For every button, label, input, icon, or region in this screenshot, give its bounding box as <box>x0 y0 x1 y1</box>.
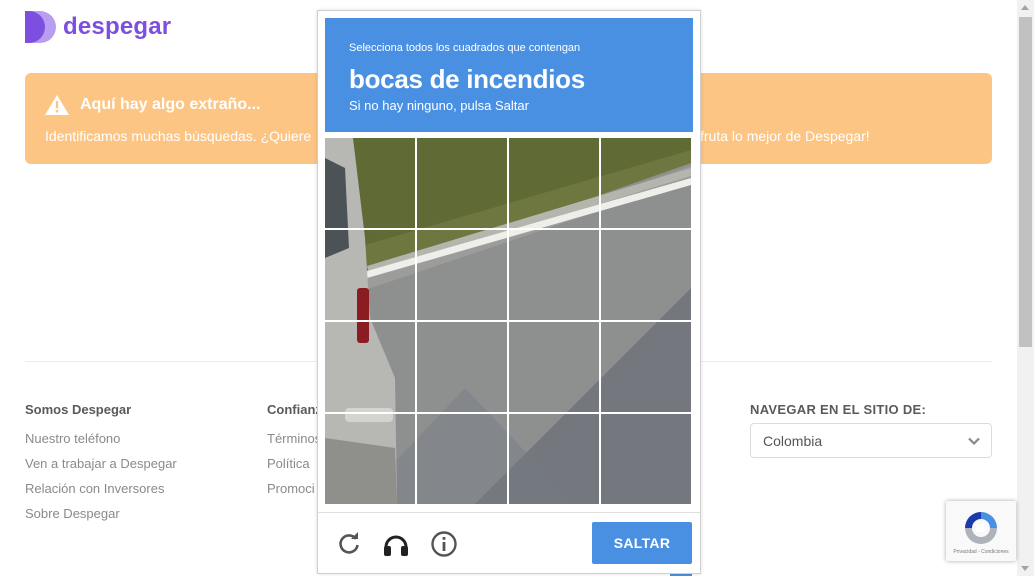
footer-link-telefono[interactable]: Nuestro teléfono <box>25 426 177 451</box>
country-select-value: Colombia <box>763 433 823 449</box>
challenge-tile[interactable] <box>417 138 507 228</box>
info-icon <box>431 531 457 557</box>
challenge-tile[interactable] <box>601 414 691 504</box>
challenge-tile[interactable] <box>325 322 415 412</box>
challenge-tile[interactable] <box>417 414 507 504</box>
challenge-instruction: Selecciona todos los cuadrados que conte… <box>349 42 581 54</box>
chevron-down-icon <box>968 437 980 446</box>
challenge-tile[interactable] <box>509 230 599 320</box>
audio-headphones-icon <box>384 535 408 556</box>
challenge-tile[interactable] <box>417 230 507 320</box>
challenge-tile[interactable] <box>325 138 415 228</box>
despegar-logo-icon <box>25 11 56 43</box>
challenge-target-object: bocas de incendios <box>349 64 585 94</box>
brand-name: despegar <box>63 13 172 40</box>
alert-message-end: fruta lo mejor de Despegar! <box>700 128 870 144</box>
challenge-image-grid <box>325 138 691 504</box>
footer-link-inversores[interactable]: Relación con Inversores <box>25 476 177 501</box>
scroll-up-arrow-icon[interactable] <box>1021 5 1029 10</box>
scrollbar-thumb[interactable] <box>1019 17 1032 347</box>
footer-column-title: Confianz <box>267 402 322 417</box>
recaptcha-privacy-terms[interactable]: Privacidad - Condiciones <box>946 549 1016 555</box>
footer-link-trabajar[interactable]: Ven a trabajar a Despegar <box>25 451 177 476</box>
challenge-tile[interactable] <box>325 414 415 504</box>
recaptcha-logo-icon <box>965 512 997 544</box>
challenge-tile[interactable] <box>509 138 599 228</box>
warning-icon <box>45 95 69 115</box>
challenge-hint: Si no hay ninguno, pulsa Saltar <box>349 98 529 113</box>
alert-title: Aquí hay algo extraño... <box>80 96 261 113</box>
challenge-tile[interactable] <box>417 322 507 412</box>
challenge-tile[interactable] <box>601 230 691 320</box>
challenge-tile[interactable] <box>509 322 599 412</box>
footer-link-terminos[interactable]: Términos <box>267 426 322 451</box>
challenge-header: Selecciona todos los cuadrados que conte… <box>325 18 693 132</box>
footer-column-confianza: Confianz Términos Política Promoci <box>267 402 322 501</box>
alert-message: Identificamos muchas búsquedas. ¿Quiere <box>45 128 312 144</box>
country-select[interactable]: Colombia <box>750 423 992 458</box>
footer-column-somos-despegar: Somos Despegar Nuestro teléfono Ven a tr… <box>25 402 177 526</box>
challenge-tile[interactable] <box>601 138 691 228</box>
recaptcha-image-challenge: Selecciona todos los cuadrados que conte… <box>317 10 701 574</box>
challenge-tiles <box>325 138 691 504</box>
scroll-down-arrow-icon[interactable] <box>1021 566 1029 571</box>
challenge-tile[interactable] <box>601 322 691 412</box>
challenge-footer-divider <box>318 512 700 513</box>
reload-challenge-button[interactable] <box>334 526 364 562</box>
recaptcha-badge[interactable]: Privacidad - Condiciones <box>946 501 1016 561</box>
navigate-site-title: NAVEGAR EN EL SITIO DE: <box>750 402 927 417</box>
footer-column-title: Somos Despegar <box>25 402 132 417</box>
despegar-logo[interactable]: despegar <box>25 11 171 43</box>
footer-link-sobre[interactable]: Sobre Despegar <box>25 501 177 526</box>
challenge-tile[interactable] <box>509 414 599 504</box>
help-info-button[interactable] <box>429 526 459 562</box>
footer-link-politica[interactable]: Política <box>267 451 322 476</box>
footer-link-promociones[interactable]: Promoci <box>267 476 322 501</box>
reload-icon <box>339 532 359 554</box>
challenge-tile[interactable] <box>325 230 415 320</box>
skip-button[interactable]: SALTAR <box>592 522 692 564</box>
audio-challenge-button[interactable] <box>381 526 411 562</box>
